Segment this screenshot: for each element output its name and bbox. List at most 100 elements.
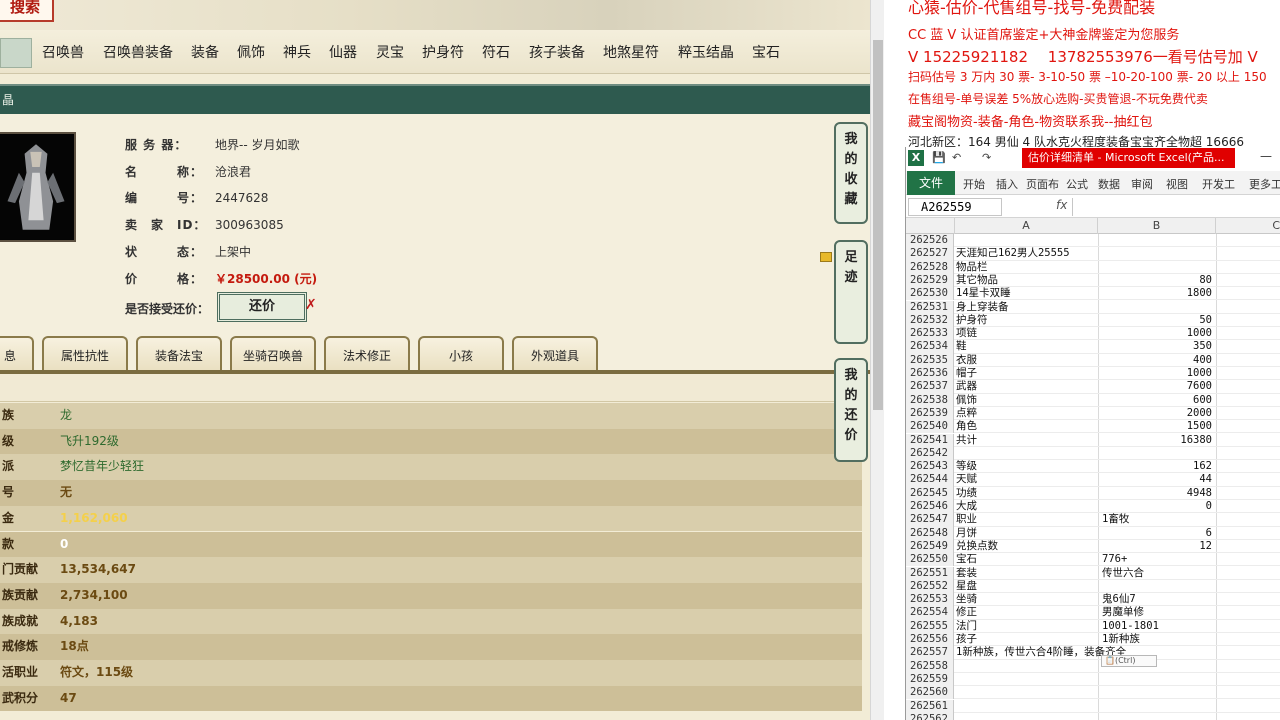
cell-b[interactable]: 4948 xyxy=(1099,487,1216,500)
save-icon[interactable]: 💾 xyxy=(932,151,946,164)
sheet-row[interactable]: 262551 套装 传世六合 xyxy=(906,566,1280,580)
sheet-row[interactable]: 262562 xyxy=(906,712,1280,720)
cell-b[interactable]: 7600 xyxy=(1099,380,1216,393)
cell-b[interactable]: 776+ xyxy=(1099,553,1216,566)
cell-b[interactable]: 1001-1801 xyxy=(1099,620,1216,633)
ribbon-tab[interactable]: 公式 xyxy=(1066,176,1088,192)
sheet-row[interactable]: 262532 护身符 50 xyxy=(906,313,1280,328)
sheet-row[interactable]: 262559 xyxy=(906,672,1280,687)
cell-b[interactable]: 1000 xyxy=(1099,327,1216,340)
row-number[interactable]: 262546 xyxy=(906,500,954,514)
category-link[interactable]: 佩饰 xyxy=(237,42,265,62)
cell-b[interactable]: 350 xyxy=(1099,340,1216,353)
row-number[interactable]: 262552 xyxy=(906,579,954,594)
folder-icon[interactable] xyxy=(820,252,832,262)
sheet-row[interactable]: 262553 坐骑 鬼6仙7 xyxy=(906,593,1280,607)
row-number[interactable]: 262556 xyxy=(906,633,954,647)
row-number[interactable]: 262537 xyxy=(906,380,954,394)
ribbon-tab[interactable]: 开始 xyxy=(963,176,985,192)
name-box[interactable]: A262559 xyxy=(908,198,1002,216)
row-number[interactable]: 262557 xyxy=(906,646,954,660)
cell-a[interactable]: 角色 xyxy=(956,420,1098,433)
row-number[interactable]: 262547 xyxy=(906,513,954,527)
sheet-row[interactable]: 262558 xyxy=(906,659,1280,673)
counter-offer-button[interactable]: 还价 xyxy=(217,292,307,322)
row-number[interactable]: 262540 xyxy=(906,420,954,434)
sheet-row[interactable]: 262542 xyxy=(906,446,1280,461)
category-link[interactable]: 神兵 xyxy=(283,42,311,62)
sheet-row[interactable]: 262556 孩子 1新种族 xyxy=(906,633,1280,647)
row-number[interactable]: 262529 xyxy=(906,273,954,288)
fx-icon[interactable]: fx xyxy=(1056,198,1067,212)
cell-b[interactable]: 6 xyxy=(1099,527,1216,540)
cell-a[interactable]: 衣服 xyxy=(956,354,1098,367)
cell-b[interactable]: 男魔单修 xyxy=(1099,606,1216,619)
cell-b[interactable]: 80 xyxy=(1099,274,1216,287)
cell-a[interactable]: 等级 xyxy=(956,460,1098,473)
row-number[interactable]: 262541 xyxy=(906,433,954,447)
sheet-row[interactable]: 262550 宝石 776+ xyxy=(906,553,1280,567)
ribbon-tab[interactable]: 开发工 xyxy=(1202,176,1235,192)
cell-a[interactable]: 帽子 xyxy=(956,367,1098,380)
sheet-row[interactable]: 262535 衣服 400 xyxy=(906,353,1280,367)
ribbon-tab[interactable]: 视图 xyxy=(1166,176,1188,192)
detail-tab[interactable]: 小孩 xyxy=(418,336,504,372)
excel-icon[interactable]: X xyxy=(908,150,924,166)
row-number[interactable]: 262532 xyxy=(906,313,954,328)
row-number[interactable]: 262562 xyxy=(906,712,954,720)
cell-b[interactable]: 0 xyxy=(1099,500,1216,513)
cell-b[interactable]: 1800 xyxy=(1099,287,1216,300)
cell-a[interactable]: 套装 xyxy=(956,567,1098,580)
ribbon-tab[interactable]: 审阅 xyxy=(1131,176,1153,192)
sheet-row[interactable]: 262528 物品栏 xyxy=(906,260,1280,274)
row-number[interactable]: 262560 xyxy=(906,686,954,700)
cell-a[interactable]: 鞋 xyxy=(956,340,1098,353)
row-number[interactable]: 262536 xyxy=(906,367,954,381)
cell-a[interactable]: 1新种族，传世六合4阶睡，装备齐全 xyxy=(956,646,1126,659)
sheet-row[interactable]: 262545 功绩 4948 xyxy=(906,486,1280,500)
sheet-row[interactable]: 262546 大成 0 xyxy=(906,500,1280,514)
file-tab[interactable]: 文件 xyxy=(907,171,955,195)
minimize-icon[interactable]: — xyxy=(1260,149,1272,163)
scrollbar-thumb[interactable] xyxy=(873,40,883,410)
cell-b[interactable]: 12 xyxy=(1099,540,1216,553)
row-number[interactable]: 262526 xyxy=(906,234,954,248)
row-number[interactable]: 262559 xyxy=(906,672,954,687)
sheet-row[interactable]: 262531 身上穿装备 xyxy=(906,300,1280,314)
select-all-corner[interactable] xyxy=(906,218,955,234)
category-link[interactable]: 护身符 xyxy=(422,42,464,62)
cell-a[interactable]: 护身符 xyxy=(956,314,1098,327)
page-scrollbar[interactable] xyxy=(870,0,884,720)
category-link[interactable]: 灵宝 xyxy=(376,42,404,62)
cell-a[interactable]: 佩饰 xyxy=(956,394,1098,407)
paste-options-icon[interactable]: 📋(Ctrl) xyxy=(1101,655,1157,667)
my-favorites-button[interactable]: 我的收藏 xyxy=(834,122,868,224)
category-link[interactable]: 孩子装备 xyxy=(529,42,585,62)
cell-a[interactable]: 项链 xyxy=(956,327,1098,340)
ribbon-tab[interactable]: 数据 xyxy=(1098,176,1120,192)
row-number[interactable]: 262554 xyxy=(906,606,954,620)
sheet-row[interactable]: 262538 佩饰 600 xyxy=(906,393,1280,407)
cell-a[interactable]: 宝石 xyxy=(956,553,1098,566)
footprint-button[interactable]: 足迹 xyxy=(834,240,868,344)
row-number[interactable]: 262534 xyxy=(906,340,954,354)
row-number[interactable]: 262538 xyxy=(906,393,954,407)
column-header-c[interactable]: C xyxy=(1216,218,1280,234)
my-counter-offers-button[interactable]: 我的还价 xyxy=(834,358,868,462)
cell-b[interactable]: 600 xyxy=(1099,394,1216,407)
cell-b[interactable]: 16380 xyxy=(1099,434,1216,447)
category-link[interactable]: 符石 xyxy=(482,42,510,62)
cell-a[interactable]: 天涯知己162男人25555 xyxy=(956,247,1098,260)
row-number[interactable]: 262535 xyxy=(906,353,954,367)
cell-a[interactable]: 孩子 xyxy=(956,633,1098,646)
cell-a[interactable]: 武器 xyxy=(956,380,1098,393)
sheet-row[interactable]: 262547 职业 1畜牧 xyxy=(906,513,1280,527)
cell-b[interactable]: 44 xyxy=(1099,473,1216,486)
sheet-row[interactable]: 262560 xyxy=(906,686,1280,700)
category-link[interactable]: 召唤兽装备 xyxy=(103,42,173,62)
detail-tab[interactable]: 装备法宝 xyxy=(136,336,222,372)
ribbon-tab[interactable]: 更多工 xyxy=(1249,176,1280,192)
sheet-row[interactable]: 262549 兑换点数 12 xyxy=(906,539,1280,554)
sheet-row[interactable]: 262540 角色 1500 xyxy=(906,420,1280,434)
redo-icon[interactable]: ↷ xyxy=(982,151,991,164)
